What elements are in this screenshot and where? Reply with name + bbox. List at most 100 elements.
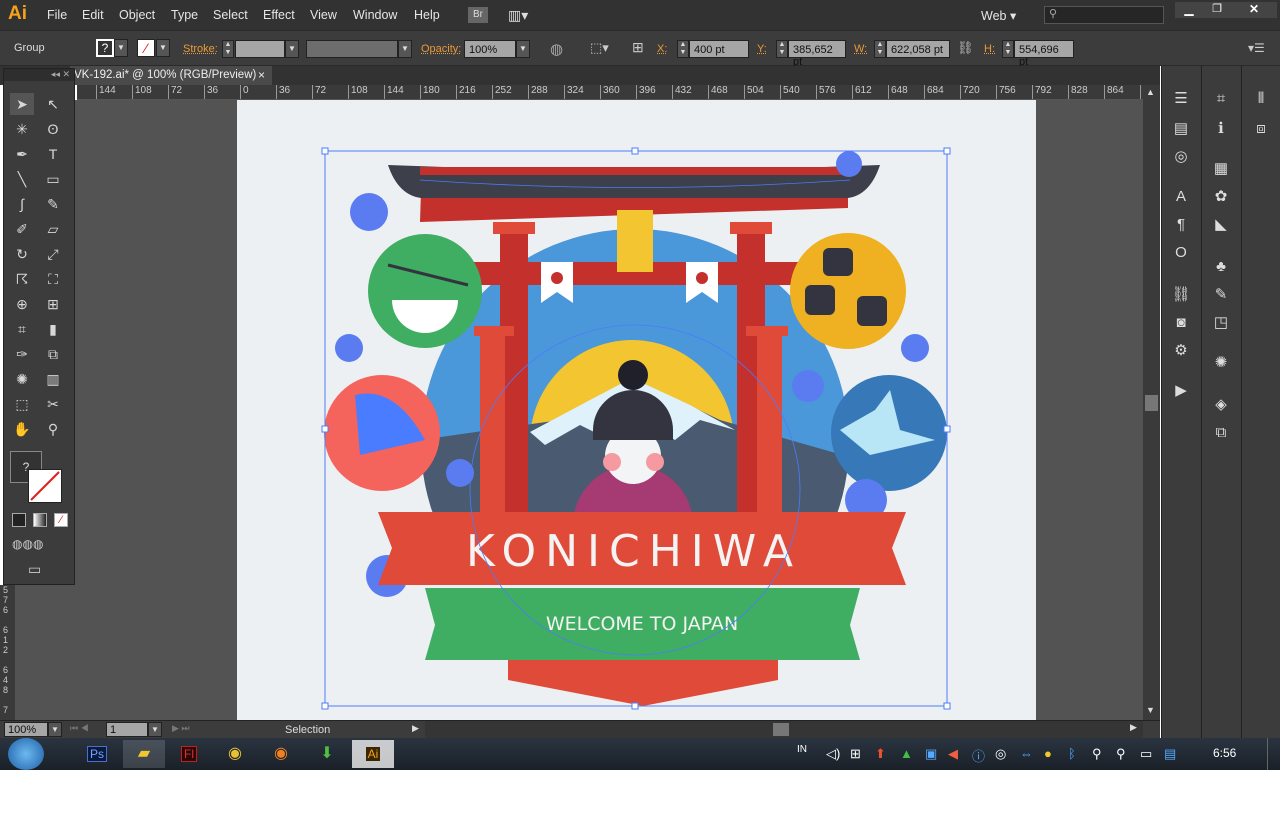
brush-dropdown[interactable]: ▼ — [398, 40, 412, 58]
document-tab[interactable]: VK-192.ai* @ 100% (RGB/Preview) × — [70, 66, 272, 85]
show-desktop-button[interactable] — [1267, 738, 1280, 770]
w-label[interactable]: W: — [854, 43, 867, 55]
horizontal-scroll-thumb[interactable] — [773, 723, 789, 736]
eraser-tool-icon[interactable]: ▱ — [41, 218, 65, 240]
vertical-ruler[interactable]: 5766126487 — [0, 585, 15, 720]
appearance-panel-icon[interactable]: ✺ — [1210, 352, 1232, 374]
asset-export-icon[interactable]: ⧉ — [1210, 422, 1232, 444]
menu-type[interactable]: Type — [171, 8, 198, 22]
gradient-panel-icon[interactable]: ▤ — [1170, 118, 1192, 140]
network-icon[interactable]: ▭ — [1140, 746, 1152, 762]
align-to-icon[interactable]: ⬚▾ — [590, 40, 609, 56]
vertical-scroll-thumb[interactable] — [1145, 395, 1158, 411]
stroke-weight-stepper[interactable]: ▲ ▼ — [222, 40, 234, 58]
teamviewer-icon[interactable]: ⇔ — [1020, 746, 1033, 761]
stroke-weight-dropdown[interactable]: ▼ — [285, 40, 299, 58]
paintbrush-tool-icon[interactable]: ∫ — [10, 193, 34, 215]
steam-icon[interactable]: ◎ — [995, 746, 1006, 762]
h-stepper[interactable]: ▲ ▼ — [1002, 40, 1014, 58]
taskbar-firefox[interactable]: ◉ — [260, 740, 302, 768]
x-field[interactable]: 400 pt — [689, 40, 749, 58]
align-panel-icon[interactable]: ⫴ — [1250, 88, 1272, 110]
workspace-switcher[interactable]: Web ▾ — [981, 8, 1016, 23]
bluetooth-icon[interactable]: ᛒ — [1068, 746, 1076, 761]
warp-tool-icon[interactable]: ☈ — [10, 268, 34, 290]
info-tray-icon[interactable]: ⓘ — [972, 746, 985, 765]
w-stepper[interactable]: ▲ ▼ — [874, 40, 886, 58]
swatches-panel-icon[interactable]: ▦ — [1210, 158, 1232, 180]
menu-select[interactable]: Select — [213, 8, 248, 22]
bridge-button[interactable]: Br — [468, 7, 488, 23]
search-input[interactable]: ⚲ — [1044, 6, 1164, 24]
play-icon[interactable]: ▶ — [1170, 380, 1192, 402]
h-label[interactable]: H: — [984, 43, 995, 55]
status-menu-arrow[interactable]: ▶ — [412, 723, 419, 734]
color-mode-button[interactable] — [12, 513, 26, 527]
taskbar-illustrator[interactable]: Ai — [352, 740, 394, 768]
opacity-dropdown[interactable]: ▼ — [516, 40, 530, 58]
actions-panel-icon[interactable]: ⚙ — [1170, 340, 1192, 362]
status-tool-label[interactable]: Selection — [285, 724, 330, 736]
horizontal-ruler[interactable]: 144 108 72 36 0 36 72 108 144 180 216 252 288 324 360 3… — [77, 85, 1143, 100]
blend-tool-icon[interactable]: ⧉ — [41, 343, 65, 365]
close-tab-icon[interactable]: × — [258, 68, 265, 82]
stroke-panel-icon[interactable]: ☰ — [1170, 88, 1192, 110]
menu-view[interactable]: View — [310, 8, 337, 22]
stroke-dropdown[interactable]: ▼ — [156, 39, 170, 57]
screen-mode-icon[interactable]: ▭ — [28, 561, 41, 578]
stroke-label[interactable]: Stroke: — [183, 43, 218, 55]
menu-object[interactable]: Object — [119, 8, 155, 22]
line-tool-icon[interactable]: ╲ — [10, 168, 34, 190]
horizontal-scrollbar[interactable]: ▶ — [425, 721, 1143, 738]
fill-dropdown[interactable]: ▼ — [114, 39, 128, 57]
tray-yellow-icon[interactable]: ● — [1044, 746, 1052, 761]
start-button[interactable] — [8, 738, 44, 770]
pencil-tool-icon[interactable]: ✎ — [41, 193, 65, 215]
update-icon[interactable]: ⬆ — [875, 746, 886, 762]
zoom-field[interactable]: 100% — [4, 722, 48, 737]
rotate-tool-icon[interactable]: ↻ — [10, 243, 34, 265]
opentype-panel-icon[interactable]: O — [1170, 242, 1192, 264]
taskbar-idm[interactable]: ⬇ — [306, 740, 348, 768]
brushes-panel-icon[interactable]: ✎ — [1210, 284, 1232, 306]
menu-edit[interactable]: Edit — [82, 8, 104, 22]
shape-builder-tool-icon[interactable]: ⊕ — [10, 293, 34, 315]
brush-definition-field[interactable] — [306, 40, 398, 58]
rectangle-tool-icon[interactable]: ▭ — [41, 168, 65, 190]
constrain-proportions-icon[interactable]: ⛓ — [957, 40, 974, 56]
symbol-sprayer-tool-icon[interactable]: ✺ — [10, 368, 34, 390]
none-mode-button[interactable]: ⁄ — [54, 513, 68, 527]
taskbar-photoshop[interactable]: Ps — [76, 740, 118, 768]
gradient-mode-button[interactable] — [33, 513, 47, 527]
lasso-tool-icon[interactable]: ʘ — [41, 118, 65, 140]
taskbar-explorer[interactable]: ▰ — [123, 740, 165, 768]
free-transform-tool-icon[interactable]: ⛶ — [41, 268, 65, 290]
scale-tool-icon[interactable]: ⤢ — [41, 243, 65, 265]
pathfinder-panel-icon[interactable]: ⧈ — [1250, 118, 1272, 140]
x-label[interactable]: X: — [657, 43, 667, 55]
color-guide-icon[interactable]: ✿ — [1210, 186, 1232, 208]
usb2-icon[interactable]: ⚲ — [1116, 746, 1126, 762]
speaker-icon[interactable]: ◀ — [948, 746, 958, 762]
menu-effect[interactable]: Effect — [263, 8, 295, 22]
symbols-panel-icon[interactable]: ♣ — [1210, 256, 1232, 278]
menu-file[interactable]: File — [47, 8, 67, 22]
windows-icon[interactable]: ⊞ — [850, 746, 861, 762]
zoom-dropdown[interactable]: ▼ — [48, 722, 62, 737]
paragraph-panel-icon[interactable]: ¶ — [1170, 214, 1192, 236]
blob-brush-tool-icon[interactable]: ✐ — [10, 218, 34, 240]
taskbar-flash[interactable]: Fl — [168, 740, 210, 768]
perspective-grid-tool-icon[interactable]: ⊞ — [41, 293, 65, 315]
image-trace-icon[interactable]: ◙ — [1170, 312, 1192, 334]
clock[interactable]: 6:56 — [1213, 746, 1236, 760]
usb-icon[interactable]: ⚲ — [1092, 746, 1102, 762]
slice-tool-icon[interactable]: ✂ — [41, 393, 65, 415]
h-field[interactable]: 554,696 pt — [1014, 40, 1074, 68]
zoom-tool-icon[interactable]: ⚲ — [41, 418, 65, 440]
restore-button[interactable]: ❐ — [1203, 2, 1231, 18]
graphic-styles-icon[interactable]: ◳ — [1210, 312, 1232, 334]
language-indicator[interactable]: IN — [797, 744, 807, 755]
y-label[interactable]: Y: — [757, 43, 767, 55]
eyedropper-tool-icon[interactable]: ✑ — [10, 343, 34, 365]
info-panel-icon[interactable]: ℹ — [1210, 118, 1232, 140]
